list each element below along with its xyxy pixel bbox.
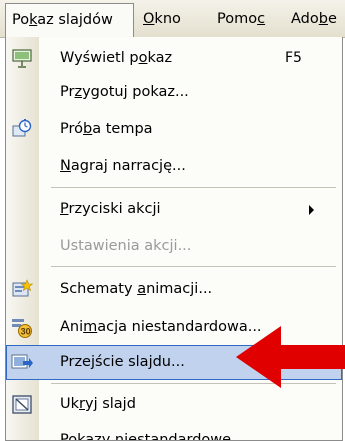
menu-item-ukryj-slajd[interactable]: Ukryj slajd	[6, 387, 342, 422]
menu-item-wyswietl-pokaz[interactable]: Wyświetl pokaz F5	[6, 41, 342, 76]
projector-screen-icon	[11, 48, 33, 69]
animation-scheme-icon	[11, 279, 34, 300]
menu-item-label: Przygotuj pokaz...	[60, 84, 189, 100]
menu-item-label: Nagraj narrację...	[60, 158, 186, 174]
menu-item-label: Animacja niestandardowa...	[60, 319, 262, 335]
menu-item-label: Przejście slajdu...	[60, 354, 185, 370]
menu-bar: Pokaz slajdów Okno Pomoc Adobe	[0, 0, 345, 38]
menu-item-label: Przyciski akcji	[60, 201, 161, 217]
menu-item-label: Pokazy niestandardowe...	[60, 432, 245, 441]
menu-item-label: Ukryj slajd	[60, 396, 136, 412]
menu-separator	[51, 266, 336, 267]
menu-item-proba-tempa[interactable]: Próba tempa	[6, 112, 342, 147]
stopwatch-icon	[11, 119, 33, 140]
menu-item-schematy-animacji[interactable]: Schematy animacji...	[6, 272, 342, 307]
menu-item-nagraj-narracje[interactable]: Nagraj narrację...	[6, 149, 342, 184]
menubar-item-pokaz-slajdow[interactable]: Pokaz slajdów	[5, 3, 134, 37]
menubar-item-adobe[interactable]: Adobe	[285, 3, 337, 37]
menu-item-label: Schematy animacji...	[60, 281, 213, 297]
hide-slide-icon	[11, 394, 33, 415]
menu-item-label: Próba tempa	[60, 121, 153, 137]
menu-item-przygotuj-pokaz[interactable]: Przygotuj pokaz...	[6, 75, 342, 110]
submenu-arrow-icon	[309, 205, 314, 215]
svg-text:30: 30	[21, 327, 31, 337]
menu-separator	[51, 187, 336, 188]
red-annotation-arrow-icon	[236, 326, 345, 388]
menu-item-shortcut: F5	[285, 50, 302, 66]
menu-item-ustawienia-akcji: Ustawienia akcji...	[6, 229, 342, 264]
slide-transition-icon	[11, 352, 33, 373]
menubar-item-pomoc[interactable]: Pomoc	[211, 3, 265, 37]
custom-animation-icon: 30	[11, 317, 33, 338]
menubar-item-okno[interactable]: Okno	[137, 3, 181, 37]
menu-item-label: Ustawienia akcji...	[60, 238, 192, 254]
menu-item-label: Wyświetl pokaz	[60, 50, 173, 66]
menu-item-przyciski-akcji[interactable]: Przyciski akcji	[6, 192, 342, 227]
menu-item-pokazy-niestandardowe[interactable]: Pokazy niestandardowe...	[6, 423, 342, 441]
